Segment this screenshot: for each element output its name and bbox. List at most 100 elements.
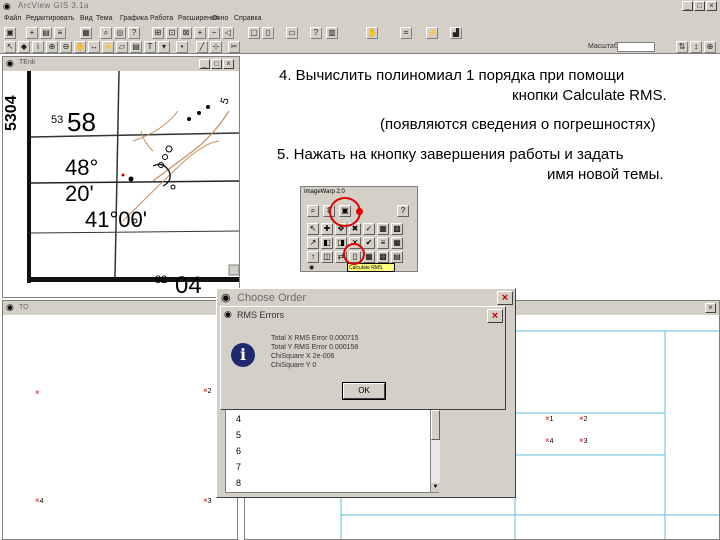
list-item[interactable]: 6 [236,446,241,456]
draw-point-tool-icon[interactable]: • [176,41,188,53]
map-view-close-button[interactable]: × [223,59,234,69]
select-all-icon[interactable]: ▥ [326,27,338,39]
target-view-titlebar[interactable]: ◉ TO [3,301,237,315]
measure-icon[interactable]: ⌗ [400,27,412,39]
menu-work[interactable]: Работа [150,15,173,22]
help-icon[interactable]: ? [310,27,322,39]
add-link-icon[interactable]: ✚ [321,223,333,235]
hotlink-tool-icon[interactable]: ⚡ [102,41,114,53]
text-dropdown-icon[interactable]: ▾ [158,41,170,53]
list-item[interactable]: 7 [236,462,241,472]
list-item[interactable]: 5 [236,430,241,440]
list-links-icon[interactable]: ≡ [377,237,389,249]
map-view-minimize-button[interactable]: _ [199,59,210,69]
clear-selection-icon[interactable]: ▯ [262,27,274,39]
scale-input[interactable] [617,42,655,52]
ok-button[interactable]: OK [342,382,386,400]
gcp-marker[interactable]: ×2 [579,415,588,424]
area-tool-icon[interactable]: ▱ [116,41,128,53]
imagewarp-help-icon[interactable]: ? [397,205,409,217]
menu-theme[interactable]: Тема [96,15,112,22]
split-tool-icon[interactable]: ✂ [228,41,240,53]
order-list[interactable]: 4 5 6 7 8 ▼ [225,409,440,493]
map-view-window[interactable]: ◉ TEnk _ □ × 5304 53 58 48° 20' 41°00' 5 [2,56,240,298]
menu-graphics[interactable]: Графика [120,15,148,22]
zoom-theme-icon[interactable]: ⊡ [166,27,178,39]
snap-tool-icon[interactable]: ⊹ [210,41,222,53]
zoom-link-icon[interactable]: ⌕ [307,205,319,217]
select-features-icon[interactable]: ▢ [248,27,260,39]
map-view-maximize-button[interactable]: □ [211,59,222,69]
zoom-out-icon[interactable]: − [208,27,220,39]
find-icon[interactable]: ⌕ [100,27,112,39]
choose-order-titlebar[interactable]: ◉ Choose Order × [217,289,515,307]
zoom-in-tool-icon[interactable]: ⊕ [46,41,58,53]
menu-help[interactable]: Справка [234,15,261,22]
vertex-tool-icon[interactable]: ◆ [18,41,30,53]
pointer-tool-icon[interactable]: ↖ [4,41,16,53]
pan-icon[interactable]: ✋ [366,27,378,39]
order-list-scrollbar[interactable]: ▼ [430,410,440,492]
text-tool-icon[interactable]: T [144,41,156,53]
rms-errors-close-button[interactable]: × [487,309,503,323]
gcp-marker[interactable]: ×4 [545,437,554,446]
gcp-marker[interactable]: ×4 [35,497,44,506]
gcp-marker[interactable]: ×3 [203,497,212,506]
open-table-icon[interactable]: ▦ [80,27,92,39]
table-link-icon[interactable]: ▦ [377,223,389,235]
mesh-links-icon[interactable]: ▦ [391,237,403,249]
zoom-previous-icon[interactable]: ◁ [222,27,234,39]
show-links-icon[interactable]: ◧ [321,237,333,249]
scanned-map-image[interactable]: 5304 53 58 48° 20' 41°00' 5 82 04 [3,71,239,297]
settings-radio-icon[interactable]: ◉ [309,264,314,271]
zoom-full-icon[interactable]: ⊞ [152,27,164,39]
source-view-close-button[interactable]: × [705,303,716,313]
check-link-icon[interactable]: ✓ [363,223,375,235]
warp-table-icon[interactable]: ▤ [391,251,403,263]
scroll-down-icon[interactable]: ▼ [431,483,440,492]
imagewarp-icon[interactable]: ▟ [450,27,462,39]
menu-file[interactable]: Файл [4,15,21,22]
gcp-marker[interactable]: ×1 [545,415,554,424]
close-app-button[interactable]: × [706,1,717,11]
identify-tool-icon[interactable]: i [32,41,44,53]
label-tool-icon[interactable]: ▤ [130,41,142,53]
menu-edit[interactable]: Редактировать [26,15,74,22]
theme-properties-icon[interactable]: ▤ [40,27,52,39]
map-view-titlebar[interactable]: ◉ TEnk _ □ × [3,57,239,71]
gcp-marker[interactable]: ×2 [203,387,212,396]
measure-tool-icon[interactable]: ↔ [88,41,100,53]
pan-tool-icon[interactable]: ✋ [74,41,86,53]
gcp-marker[interactable]: ×3 [579,437,588,446]
zoom-selected-icon[interactable]: ⊠ [180,27,192,39]
link-view-icon[interactable]: ◫ [321,251,333,263]
layout-icon[interactable]: ▭ [286,27,298,39]
hotlink-icon[interactable]: ⚡ [426,27,438,39]
minimize-button[interactable]: _ [682,1,693,11]
query-icon[interactable]: ? [128,27,140,39]
menu-window[interactable]: Окно [212,15,228,22]
warp-mesh-icon[interactable]: ▩ [377,251,389,263]
maximize-button[interactable]: □ [694,1,705,11]
draw-line-tool-icon[interactable]: ╱ [196,41,208,53]
list-item[interactable]: 4 [236,414,241,424]
arrow-link-icon[interactable]: ↗ [307,237,319,249]
zoom-in-icon[interactable]: + [194,27,206,39]
list-item[interactable]: 8 [236,478,241,488]
locate-icon[interactable]: ◎ [114,27,126,39]
choose-order-close-button[interactable]: × [497,291,513,305]
map-label-58: 58 [67,107,96,137]
scrollbar-thumb[interactable] [431,410,440,440]
edit-legend-icon[interactable]: ≡ [54,27,66,39]
select-link-icon[interactable]: ↖ [307,223,319,235]
zoom-out-tool-icon[interactable]: ⊖ [60,41,72,53]
grid-link-icon[interactable]: ▩ [391,223,403,235]
up-arrow-icon[interactable]: ↑ [307,251,319,263]
menu-view[interactable]: Вид [80,15,93,22]
gcp-marker[interactable]: × [35,389,40,397]
verify-links-icon[interactable]: ✔ [363,237,375,249]
rms-errors-titlebar[interactable]: ◉ RMS Errors × [221,307,505,324]
save-icon[interactable]: ▣ [4,27,16,39]
add-theme-icon[interactable]: + [26,27,38,39]
target-view-window[interactable]: ◉ TO × ×2 ×4 ×3 [2,300,238,540]
